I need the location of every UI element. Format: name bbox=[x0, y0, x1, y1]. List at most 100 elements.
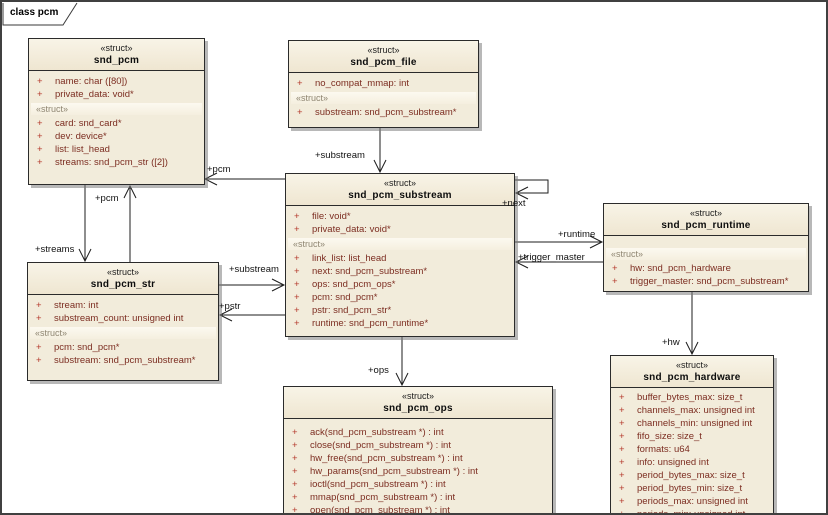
attribute-row: + pcm: snd_pcm* bbox=[28, 341, 218, 354]
visibility-marker: + bbox=[292, 492, 298, 503]
class-name: snd_pcm bbox=[93, 55, 140, 66]
role-label-streams: +streams bbox=[35, 244, 75, 255]
attribute-row: + substream: snd_pcm_substream* bbox=[289, 106, 478, 119]
attribute-text: file: void* bbox=[312, 211, 351, 222]
attribute-text: list: list_head bbox=[55, 144, 110, 155]
visibility-marker: + bbox=[37, 144, 43, 155]
role-label-pcm2: +pcm bbox=[95, 193, 119, 204]
attribute-row: + period_bytes_min: size_t bbox=[611, 482, 773, 495]
visibility-marker: + bbox=[612, 276, 618, 287]
class-header: «struct» snd_pcm_substream bbox=[286, 174, 514, 206]
visibility-marker: + bbox=[292, 427, 298, 438]
attribute-text: buffer_bytes_max: size_t bbox=[637, 392, 743, 403]
attribute-row: + periods_min: unsigned int bbox=[611, 508, 773, 515]
stereotype-label: «struct» bbox=[383, 178, 416, 188]
visibility-marker: + bbox=[292, 466, 298, 477]
class-box-snd-pcm-runtime[interactable]: «struct» snd_pcm_runtime «struct» + hw: s… bbox=[603, 203, 809, 292]
attribute-row: + stream: int bbox=[28, 299, 218, 312]
method-row: + mmap(snd_pcm_substream *) : int bbox=[284, 491, 552, 504]
attribute-text: no_compat_mmap: int bbox=[315, 78, 409, 89]
stereotype-label: «struct» bbox=[401, 391, 434, 401]
attribute-text: link_list: list_head bbox=[312, 253, 387, 264]
frame-title: class pcm bbox=[10, 7, 59, 18]
visibility-marker: + bbox=[294, 253, 300, 264]
stereotype-label: «struct» bbox=[675, 360, 708, 370]
method-text: close(snd_pcm_substream *) : int bbox=[310, 440, 451, 451]
visibility-marker: + bbox=[36, 313, 42, 324]
class-body: «struct» + hw: snd_pcm_hardware + trigger_… bbox=[604, 236, 808, 288]
method-row: + close(snd_pcm_substream *) : int bbox=[284, 439, 552, 452]
attribute-text: fifo_size: size_t bbox=[637, 431, 702, 442]
class-body: + file: void* + private_data: void* «struc… bbox=[286, 206, 514, 330]
class-box-snd-pcm[interactable]: «struct» snd_pcm + name: char ([80]) + pri… bbox=[28, 38, 205, 185]
attribute-text: pstr: snd_pcm_str* bbox=[312, 305, 392, 316]
attribute-text: trigger_master: snd_pcm_substream* bbox=[630, 276, 789, 287]
method-row: + hw_free(snd_pcm_substream *) : int bbox=[284, 452, 552, 465]
role-label-runtime: +runtime bbox=[558, 229, 596, 240]
attribute-text: channels_max: unsigned int bbox=[637, 405, 755, 416]
class-body: + no_compat_mmap: int «struct» + substream… bbox=[289, 73, 478, 119]
class-box-snd-pcm-substream[interactable]: «struct» snd_pcm_substream + file: void* … bbox=[285, 173, 515, 337]
visibility-marker: + bbox=[294, 292, 300, 303]
class-header: «struct» snd_pcm_ops bbox=[284, 387, 552, 419]
class-box-snd-pcm-ops[interactable]: «struct» snd_pcm_ops + ack(snd_pcm_substr… bbox=[283, 386, 553, 515]
class-header: «struct» snd_pcm bbox=[29, 39, 204, 71]
visibility-marker: + bbox=[619, 392, 625, 403]
visibility-marker: + bbox=[36, 355, 42, 366]
visibility-marker: + bbox=[37, 131, 43, 142]
class-body: + stream: int + substream_count: unsigned … bbox=[28, 295, 218, 367]
visibility-marker: + bbox=[294, 224, 300, 235]
attribute-text: substream: snd_pcm_substream* bbox=[54, 355, 196, 366]
visibility-marker: + bbox=[619, 444, 625, 455]
attribute-text: private_data: void* bbox=[55, 89, 134, 100]
visibility-marker: + bbox=[292, 453, 298, 464]
method-text: open(snd_pcm_substream *) : int bbox=[310, 505, 450, 515]
method-row: + ack(snd_pcm_substream *) : int bbox=[284, 426, 552, 439]
role-label-substream: +substream bbox=[315, 150, 365, 161]
visibility-marker: + bbox=[619, 470, 625, 481]
attribute-text: name: char ([80]) bbox=[55, 76, 128, 87]
attribute-row: + periods_max: unsigned int bbox=[611, 495, 773, 508]
attribute-row: + next: snd_pcm_substream* bbox=[286, 265, 514, 278]
method-row: + open(snd_pcm_substream *) : int bbox=[284, 504, 552, 515]
visibility-marker: + bbox=[36, 342, 42, 353]
class-box-snd-pcm-str[interactable]: «struct» snd_pcm_str + stream: int + subst… bbox=[27, 262, 219, 381]
visibility-marker: + bbox=[619, 496, 625, 507]
visibility-marker: + bbox=[294, 305, 300, 316]
attribute-row: + info: unsigned int bbox=[611, 456, 773, 469]
attribute-row: + streams: snd_pcm_str ([2]) bbox=[29, 156, 204, 169]
visibility-marker: + bbox=[36, 300, 42, 311]
visibility-marker: + bbox=[619, 405, 625, 416]
class-header: «struct» snd_pcm_hardware bbox=[611, 356, 773, 388]
attribute-text: stream: int bbox=[54, 300, 99, 311]
attribute-row: + channels_max: unsigned int bbox=[611, 404, 773, 417]
class-header: «struct» snd_pcm_runtime bbox=[604, 204, 808, 236]
attribute-text: info: unsigned int bbox=[637, 457, 709, 468]
visibility-marker: + bbox=[297, 78, 303, 89]
class-box-snd-pcm-file[interactable]: «struct» snd_pcm_file + no_compat_mmap: i… bbox=[288, 40, 479, 128]
attribute-text: substream_count: unsigned int bbox=[54, 313, 184, 324]
method-text: hw_free(snd_pcm_substream *) : int bbox=[310, 453, 463, 464]
stereotype-label: «struct» bbox=[689, 208, 722, 218]
class-header: «struct» snd_pcm_file bbox=[289, 41, 478, 73]
attribute-row: + pstr: snd_pcm_str* bbox=[286, 304, 514, 317]
visibility-marker: + bbox=[294, 318, 300, 329]
visibility-marker: + bbox=[292, 440, 298, 451]
class-box-snd-pcm-hardware[interactable]: «struct» snd_pcm_hardware + buffer_bytes_… bbox=[610, 355, 774, 515]
uml-diagram-frame: class pcm «struct» snd_pcm + name: char (… bbox=[0, 0, 828, 515]
role-label-trigger-master: +trigger_master bbox=[518, 252, 585, 263]
section-stereotype-bar: «struct» bbox=[291, 92, 476, 104]
attribute-row: + period_bytes_max: size_t bbox=[611, 469, 773, 482]
attribute-text: periods_min: unsigned int bbox=[637, 509, 746, 515]
class-body: + buffer_bytes_max: size_t + channels_max:… bbox=[611, 388, 773, 515]
visibility-marker: + bbox=[37, 76, 43, 87]
role-label-hw: +hw bbox=[662, 337, 680, 348]
section-stereotype-bar: «struct» bbox=[606, 248, 806, 260]
class-body: + name: char ([80]) + private_data: void* … bbox=[29, 71, 204, 169]
attribute-row: + link_list: list_head bbox=[286, 252, 514, 265]
method-row: + ioctl(snd_pcm_substream *) : int bbox=[284, 478, 552, 491]
attribute-row: + private_data: void* bbox=[286, 223, 514, 236]
visibility-marker: + bbox=[292, 479, 298, 490]
attribute-text: streams: snd_pcm_str ([2]) bbox=[55, 157, 168, 168]
class-body: + ack(snd_pcm_substream *) : int + close(s… bbox=[284, 419, 552, 515]
